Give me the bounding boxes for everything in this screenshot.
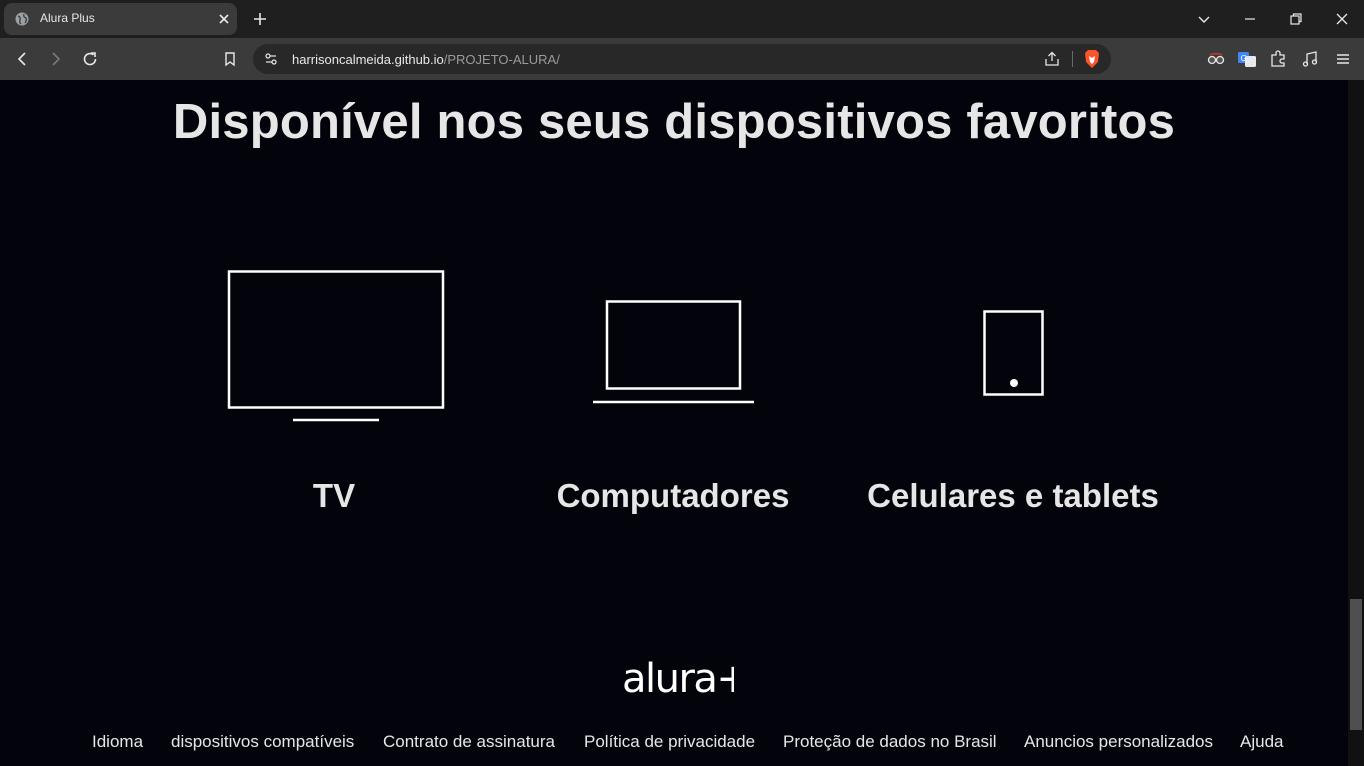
laptop-icon xyxy=(593,300,754,404)
page-scrollbar[interactable] xyxy=(1348,80,1364,766)
forward-icon[interactable] xyxy=(46,49,66,69)
close-tab-icon[interactable] xyxy=(216,11,232,27)
footer-link-ajuda[interactable]: Ajuda xyxy=(1240,732,1283,752)
restore-icon[interactable] xyxy=(1286,9,1306,29)
footer-link-protecao-dados[interactable]: Proteção de dados no Brasil xyxy=(783,732,997,752)
device-label-celulares: Celulares e tablets xyxy=(867,477,1159,514)
globe-icon xyxy=(15,12,29,26)
close-window-icon[interactable] xyxy=(1332,9,1352,29)
brave-shields-icon[interactable] xyxy=(1083,49,1101,69)
media-controls-icon[interactable] xyxy=(1300,49,1320,69)
page-content: Disponível nos seus dispositivos favorit… xyxy=(0,80,1348,766)
browser-tab[interactable]: Alura Plus xyxy=(4,3,237,35)
browser-tab-bar: Alura Plus xyxy=(0,0,1364,38)
url-host: harrisoncalmeida.github.io xyxy=(292,52,444,67)
browser-toolbar: harrisoncalmeida.github.io/PROJETO-ALURA… xyxy=(0,38,1364,80)
footer-link-anuncios[interactable]: Anuncios personalizados xyxy=(1024,732,1213,752)
back-icon[interactable] xyxy=(12,49,32,69)
site-settings-icon[interactable] xyxy=(263,51,279,67)
tab-title: Alura Plus xyxy=(40,11,95,25)
bookmark-icon[interactable] xyxy=(220,49,240,69)
tab-search-chevron-icon[interactable] xyxy=(1194,9,1214,29)
alura-plus-logo: alura+ xyxy=(622,656,734,702)
translate-extension-icon[interactable]: G xyxy=(1237,49,1257,69)
reload-icon[interactable] xyxy=(80,49,100,69)
footer-link-dispositivos[interactable]: dispositivos compatíveis xyxy=(171,732,354,752)
tablet-icon xyxy=(983,310,1044,396)
footer-link-privacidade[interactable]: Política de privacidade xyxy=(584,732,755,752)
svg-text:alura+: alura+ xyxy=(622,656,734,702)
minimize-icon[interactable] xyxy=(1240,9,1260,29)
footer-nav: Idioma dispositivos compatíveis Contrato… xyxy=(0,732,1348,754)
share-icon[interactable] xyxy=(1043,50,1061,68)
reading-glasses-extension-icon[interactable] xyxy=(1206,49,1226,69)
address-bar[interactable]: harrisoncalmeida.github.io/PROJETO-ALURA… xyxy=(253,44,1111,74)
footer-link-idioma[interactable]: Idioma xyxy=(92,732,143,752)
svg-text:G: G xyxy=(1241,54,1247,63)
footer-link-contrato[interactable]: Contrato de assinatura xyxy=(383,732,555,752)
tv-icon xyxy=(227,270,445,422)
menu-hamburger-icon[interactable] xyxy=(1333,49,1353,69)
url-text[interactable]: harrisoncalmeida.github.io/PROJETO-ALURA… xyxy=(292,52,560,67)
extensions-puzzle-icon[interactable] xyxy=(1268,49,1288,69)
url-path: /PROJETO-ALURA/ xyxy=(443,52,560,67)
device-label-tv: TV xyxy=(312,477,356,514)
device-label-computadores: Computadores xyxy=(556,477,790,514)
scrollbar-thumb[interactable] xyxy=(1350,599,1362,730)
address-bar-divider xyxy=(1072,51,1073,67)
page-title: Disponível nos seus dispositivos favorit… xyxy=(172,95,1176,149)
new-tab-icon[interactable] xyxy=(250,9,270,29)
